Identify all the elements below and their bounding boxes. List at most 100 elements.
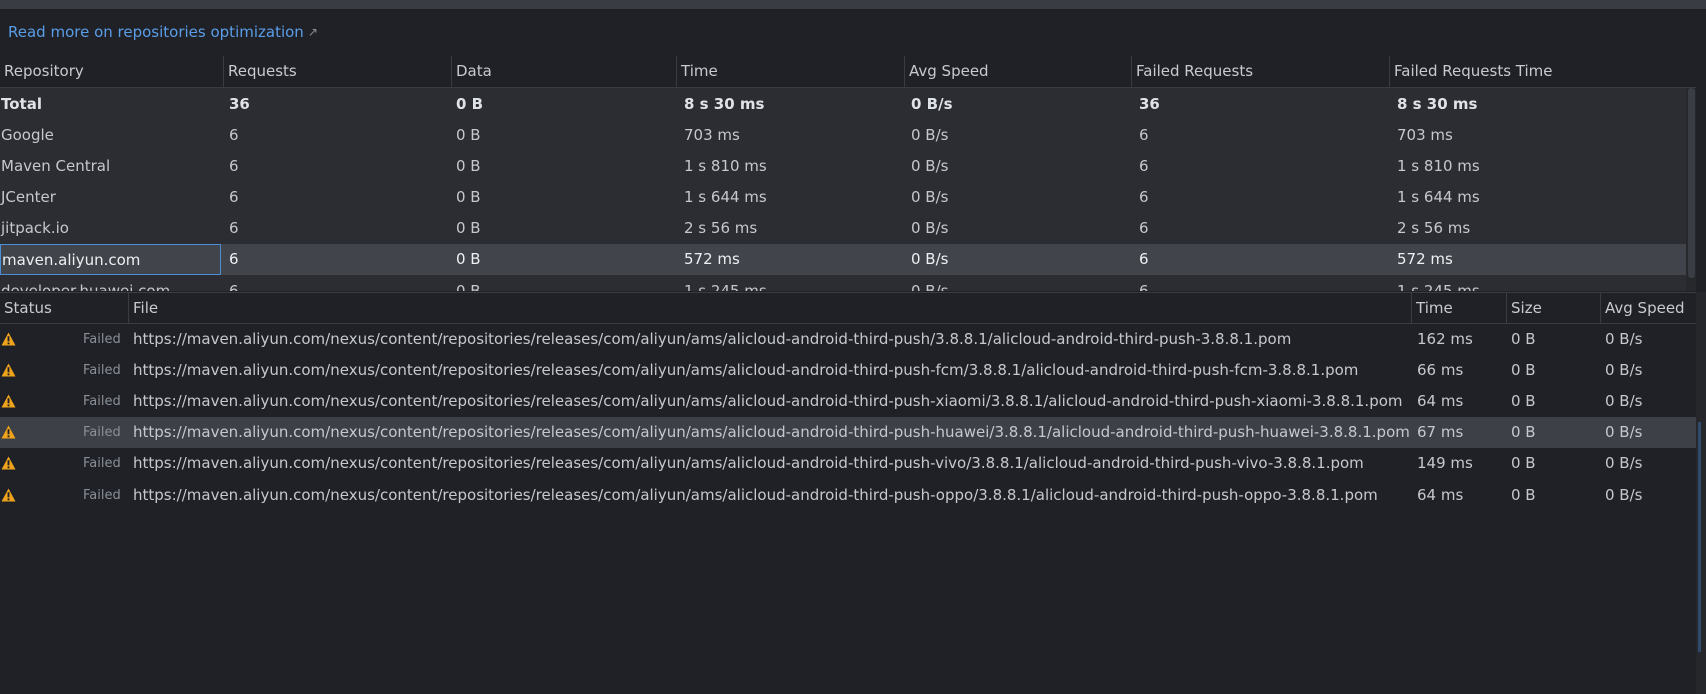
external-link-icon: ↗ [307, 25, 318, 39]
cell-size: 0 B [1511, 330, 1536, 348]
cell-failed-requests-time: 1 s 810 ms [1397, 157, 1480, 175]
cell-repository: maven.aliyun.com [0, 244, 221, 275]
cell-data: 0 B [456, 250, 481, 268]
column-header-requests[interactable]: Requests [223, 56, 451, 87]
table-row[interactable]: Failed https://maven.aliyun.com/nexus/co… [0, 448, 1696, 479]
cell-status: Failed [83, 394, 121, 409]
cell-time: 1 s 810 ms [684, 157, 767, 175]
cell-status: Failed [83, 488, 121, 503]
cell-size: 0 B [1511, 392, 1536, 410]
cell-file: https://maven.aliyun.com/nexus/content/r… [133, 330, 1292, 348]
cell-failed-requests: 6 [1139, 188, 1149, 206]
table-row[interactable]: jitpack.io 6 0 B 2 s 56 ms 0 B/s 6 2 s 5… [0, 213, 1686, 244]
cell-failed-requests: 6 [1139, 219, 1149, 237]
column-header-time[interactable]: Time [676, 56, 904, 87]
warning-icon [1, 425, 16, 439]
table-row-selected[interactable]: maven.aliyun.com 6 0 B 572 ms 0 B/s 6 57… [0, 244, 1686, 275]
files-table-header: Status File Time Size Avg Speed [0, 292, 1696, 324]
cell-avg-speed: 0 B/s [1605, 454, 1643, 472]
cell-repository: Total [1, 95, 42, 113]
column-header-time[interactable]: Time [1411, 293, 1506, 323]
table-row[interactable]: Failed https://maven.aliyun.com/nexus/co… [0, 355, 1696, 386]
table-row[interactable]: Failed https://maven.aliyun.com/nexus/co… [0, 386, 1696, 417]
cell-repository: Google [1, 126, 54, 144]
cell-failed-requests: 6 [1139, 126, 1149, 144]
cell-repository: JCenter [1, 188, 56, 206]
table-row[interactable]: Google 6 0 B 703 ms 0 B/s 6 703 ms [0, 120, 1686, 151]
cell-avg-speed: 0 B/s [911, 282, 949, 291]
cell-failed-requests: 36 [1139, 95, 1160, 113]
cell-data: 0 B [456, 219, 481, 237]
cell-failed-requests-time: 703 ms [1397, 126, 1453, 144]
column-header-size[interactable]: Size [1506, 293, 1600, 323]
cell-file: https://maven.aliyun.com/nexus/content/r… [133, 454, 1364, 472]
cell-failed-requests-time: 8 s 30 ms [1397, 95, 1478, 113]
cell-avg-speed: 0 B/s [911, 188, 949, 206]
cell-avg-speed: 0 B/s [1605, 486, 1643, 504]
top-toolbar-strip [0, 0, 1706, 9]
cell-data: 0 B [456, 157, 481, 175]
column-header-file[interactable]: File [128, 293, 1411, 323]
cell-requests: 6 [229, 157, 239, 175]
cell-file: https://maven.aliyun.com/nexus/content/r… [133, 361, 1359, 379]
table-row[interactable]: Failed https://maven.aliyun.com/nexus/co… [0, 324, 1696, 355]
table-row[interactable]: developer.huawei.com 6 0 B 1 s 245 ms 0 … [0, 276, 1686, 291]
cell-avg-speed: 0 B/s [911, 250, 949, 268]
table-row[interactable]: JCenter 6 0 B 1 s 644 ms 0 B/s 6 1 s 644… [0, 182, 1686, 213]
column-header-data[interactable]: Data [451, 56, 676, 87]
cell-avg-speed: 0 B/s [1605, 423, 1643, 441]
repository-table: Repository Requests Data Time Avg Speed … [0, 56, 1706, 291]
column-header-status[interactable]: Status [0, 293, 128, 323]
column-header-avg-speed[interactable]: Avg Speed [904, 56, 1131, 87]
cell-avg-speed: 0 B/s [1605, 361, 1643, 379]
cell-repository: jitpack.io [1, 219, 69, 237]
cell-status: Failed [83, 456, 121, 471]
cell-failed-requests: 6 [1139, 282, 1149, 291]
column-header-failed-requests[interactable]: Failed Requests [1131, 56, 1389, 87]
cell-file: https://maven.aliyun.com/nexus/content/r… [133, 423, 1410, 441]
scrollbar-thumb[interactable] [1688, 88, 1695, 278]
cell-avg-speed: 0 B/s [911, 219, 949, 237]
cell-avg-speed: 0 B/s [911, 126, 949, 144]
optimization-link-row: Read more on repositories optimization ↗ [8, 20, 318, 44]
cell-time: 67 ms [1417, 423, 1464, 441]
cell-size: 0 B [1511, 361, 1536, 379]
cell-failed-requests-time: 572 ms [1397, 250, 1453, 268]
cell-time: 703 ms [684, 126, 740, 144]
cell-data: 0 B [456, 126, 481, 144]
cell-failed-requests: 6 [1139, 157, 1149, 175]
table-row[interactable]: Failed https://maven.aliyun.com/nexus/co… [0, 480, 1696, 511]
cell-time: 1 s 644 ms [684, 188, 767, 206]
cell-time: 572 ms [684, 250, 740, 268]
cell-avg-speed: 0 B/s [911, 157, 949, 175]
cell-failed-requests-time: 2 s 56 ms [1397, 219, 1471, 237]
cell-failed-requests: 6 [1139, 250, 1149, 268]
cell-data: 0 B [456, 282, 481, 291]
table-row[interactable]: Maven Central 6 0 B 1 s 810 ms 0 B/s 6 1… [0, 151, 1686, 182]
cell-status: Failed [83, 332, 121, 347]
cell-size: 0 B [1511, 423, 1536, 441]
cell-time: 1 s 245 ms [684, 282, 767, 291]
cell-requests: 6 [229, 219, 239, 237]
read-more-link[interactable]: Read more on repositories optimization [8, 23, 304, 41]
cell-avg-speed: 0 B/s [1605, 330, 1643, 348]
cell-requests: 6 [229, 282, 239, 291]
repository-table-header: Repository Requests Data Time Avg Speed … [0, 56, 1696, 88]
cell-requests: 6 [229, 250, 239, 268]
column-header-failed-requests-time[interactable]: Failed Requests Time [1389, 56, 1696, 87]
column-header-avg-speed[interactable]: Avg Speed [1600, 293, 1696, 323]
warning-icon [1, 363, 16, 377]
files-table: Status File Time Size Avg Speed Failed h… [0, 292, 1706, 694]
table-row-selected[interactable]: Failed https://maven.aliyun.com/nexus/co… [0, 417, 1696, 448]
table-row-total[interactable]: Total 36 0 B 8 s 30 ms 0 B/s 36 8 s 30 m… [0, 89, 1686, 120]
right-side-panel-strip[interactable] [1696, 292, 1706, 694]
repository-table-scrollbar[interactable] [1686, 88, 1696, 291]
cell-size: 0 B [1511, 486, 1536, 504]
cell-time: 64 ms [1417, 486, 1464, 504]
column-header-repository[interactable]: Repository [0, 56, 223, 87]
cell-requests: 36 [229, 95, 250, 113]
cell-failed-requests-time: 1 s 245 ms [1397, 282, 1480, 291]
cell-time: 8 s 30 ms [684, 95, 765, 113]
cell-time: 64 ms [1417, 392, 1464, 410]
cell-avg-speed: 0 B/s [911, 95, 953, 113]
